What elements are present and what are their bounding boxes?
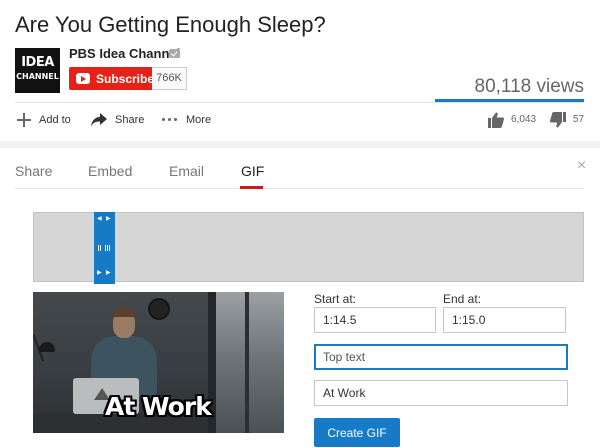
close-icon[interactable]: × <box>577 157 586 175</box>
channel-logo[interactable]: IDEA CHANNEL <box>15 48 60 93</box>
share-arrow-icon <box>91 113 107 127</box>
channel-logo-line1: IDEA <box>21 55 54 70</box>
active-tab-indicator <box>240 186 263 189</box>
tab-share[interactable]: Share <box>15 163 52 179</box>
create-gif-button[interactable]: Create GIF <box>314 418 400 447</box>
tab-gif[interactable]: GIF <box>241 163 264 179</box>
subscribe-button[interactable]: Subscribe <box>69 67 155 90</box>
chevron-right-icon: ▶ <box>97 270 102 276</box>
grip-icon <box>98 245 111 251</box>
divider <box>15 102 584 103</box>
clock-icon <box>148 298 170 320</box>
video-title: Are You Getting Enough Sleep? <box>15 12 326 37</box>
channel-name[interactable]: PBS Idea Channel <box>69 46 180 61</box>
end-time-input[interactable]: 1:15.0 <box>443 307 566 333</box>
chevron-left-icon: ◀ <box>97 216 102 222</box>
channel-logo-line2: CHANNEL <box>16 72 59 81</box>
subscriber-count: 766K <box>152 67 187 90</box>
thumbs-up-icon[interactable] <box>487 111 505 129</box>
plus-icon <box>16 112 32 128</box>
verified-icon <box>169 49 180 58</box>
ellipsis-icon <box>162 112 180 128</box>
share-button[interactable]: Share <box>90 112 146 128</box>
start-at-label: Start at: <box>314 292 357 306</box>
more-label: More <box>186 114 212 126</box>
lamp-icon <box>39 342 55 352</box>
tab-email[interactable]: Email <box>169 163 204 179</box>
top-text-input[interactable] <box>314 344 568 370</box>
add-to-label: Add to <box>39 114 71 126</box>
tabs-divider <box>15 188 584 189</box>
subscribe-label: Subscribe <box>96 72 155 86</box>
end-at-label: End at: <box>443 292 482 306</box>
timeline-selection-handle[interactable]: ◀ ▶ ▶ ▶ <box>94 212 115 284</box>
youtube-play-icon <box>76 73 90 84</box>
view-count: 80,118 views <box>474 76 585 97</box>
add-to-button[interactable]: Add to <box>16 112 76 128</box>
dislike-count: 57 <box>573 114 585 125</box>
chevron-right-icon: ▶ <box>106 216 111 222</box>
bottom-text-input[interactable]: At Work <box>314 380 568 406</box>
more-button[interactable]: More <box>162 112 214 128</box>
gif-timeline[interactable] <box>33 212 584 282</box>
start-time-input[interactable]: 1:14.5 <box>314 307 436 333</box>
gif-preview: At Work <box>33 292 284 433</box>
share-label: Share <box>115 114 145 126</box>
chevron-right-icon: ▶ <box>106 270 111 276</box>
tab-embed[interactable]: Embed <box>88 163 132 179</box>
thumbs-down-icon[interactable] <box>549 111 567 129</box>
gif-caption-overlay: At Work <box>105 392 212 421</box>
like-count: 6,043 <box>511 114 537 125</box>
